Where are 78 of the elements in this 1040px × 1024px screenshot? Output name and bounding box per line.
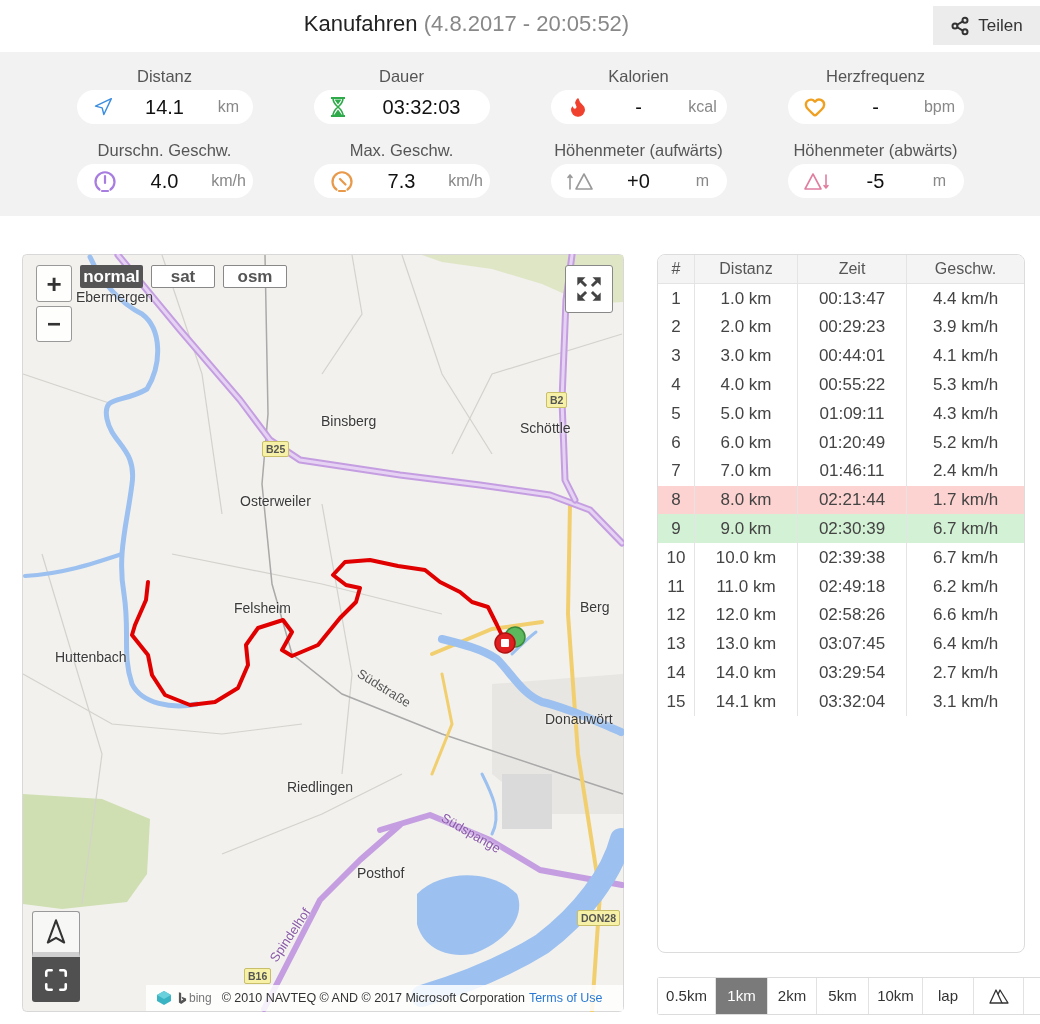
place-label: Schöttle (520, 420, 571, 436)
road-sign: B16 (244, 968, 272, 984)
heart-icon (803, 96, 826, 118)
place-label: Huttenbach (55, 649, 127, 665)
stat-value: - (871, 95, 880, 120)
copyright-text: © 2010 NAVTEQ © AND © 2017 Microsoft Corporation (221, 989, 525, 1007)
stat-unit: bpm (922, 97, 957, 117)
speedometer-icon (329, 169, 354, 193)
stat-value: 4.0 (149, 169, 180, 194)
share-icon (950, 15, 971, 36)
zoom-out-button[interactable]: − (36, 306, 72, 342)
stat-label: Kalorien (608, 66, 669, 87)
place-label: Donauwört (545, 711, 613, 727)
table-cell: 02:30:39 (798, 514, 907, 544)
stat-label: Höhenmeter (abwärts) (793, 140, 958, 161)
logo-mark-icon (178, 991, 187, 1005)
stat-unit: km/h (210, 171, 247, 191)
expand-arrows-icon (575, 275, 603, 303)
place-label: Berg (580, 599, 610, 615)
stat-unit: m (931, 171, 948, 191)
stat-label: Durschn. Geschw. (97, 140, 232, 161)
stat-label: Höhenmeter (aufwärts) (554, 140, 723, 161)
place-label: Binsberg (321, 413, 377, 429)
speedometer-icon (92, 169, 117, 193)
stat-unit: m (694, 171, 711, 191)
place-label: Felsheim (234, 600, 291, 616)
table-cell: 9 (658, 514, 695, 544)
mountain-icon (988, 988, 1009, 1004)
stat-unit: kcal (687, 97, 718, 117)
zoom-in-button[interactable]: + (36, 265, 72, 302)
stat-value: 03:32:03 (381, 95, 462, 120)
place-label: Osterweiler (240, 493, 311, 509)
table-cell: 1.7 km/h (907, 485, 1024, 515)
end-marker-icon (494, 632, 516, 654)
map-type-button[interactable]: osm (223, 265, 287, 288)
stat-value: 14.1 (144, 95, 185, 120)
interval-button[interactable]: 1km (716, 978, 768, 1014)
place-label: Riedlingen (287, 779, 354, 795)
stat-label: Distanz (137, 66, 192, 87)
table-cell: 8 (658, 485, 695, 515)
stat-label: Max. Geschw. (349, 140, 454, 161)
stat-value: - (634, 95, 643, 120)
fullscreen-button[interactable] (32, 957, 80, 1002)
fullscreen-icon (43, 966, 69, 993)
provider-logo: bing (189, 990, 212, 1007)
stat-value: -5 (865, 169, 886, 194)
hourglass-icon (329, 97, 346, 117)
stat-unit: km/h (447, 171, 484, 191)
share-button[interactable]: Teilen (933, 6, 1040, 45)
road-sign: DON28 (577, 910, 620, 926)
table-cell: 8.0 km (695, 485, 798, 515)
column-header: # (658, 255, 695, 284)
table-cell: 02:21:44 (798, 485, 907, 515)
navigation-arrow-icon (92, 97, 113, 117)
cube-logo-icon (156, 990, 172, 1006)
elevation-down-icon (803, 171, 830, 191)
interval-button[interactable]: 0.5km (658, 978, 716, 1014)
stat-value: +0 (626, 169, 651, 194)
north-button[interactable] (32, 911, 80, 957)
expand-button[interactable] (565, 265, 613, 313)
place-label: Ebermergen (76, 289, 154, 305)
map-type-button[interactable]: sat (151, 265, 215, 288)
column-header: Distanz (695, 255, 798, 284)
place-label: Posthof (357, 865, 405, 881)
terms-of-use-link[interactable]: Terms of Use (528, 988, 603, 1008)
table-cell: 9.0 km (695, 514, 798, 544)
road-sign: B25 (262, 441, 290, 457)
elevation-up-icon (566, 171, 593, 191)
stat-unit: km (216, 97, 241, 117)
column-header: Geschw. (907, 255, 1024, 284)
stat-label: Herzfrequenz (825, 66, 926, 87)
map-type-button[interactable]: normal (80, 265, 143, 288)
activity-title: Kanufahren (4.8.2017 - 20:05:52) (303, 10, 630, 38)
table-cell: 6.7 km/h (907, 514, 1024, 544)
stat-value: 7.3 (386, 169, 417, 194)
column-header: Zeit (798, 255, 907, 284)
road-sign: B2 (546, 392, 568, 408)
stat-label: Dauer (379, 66, 424, 87)
